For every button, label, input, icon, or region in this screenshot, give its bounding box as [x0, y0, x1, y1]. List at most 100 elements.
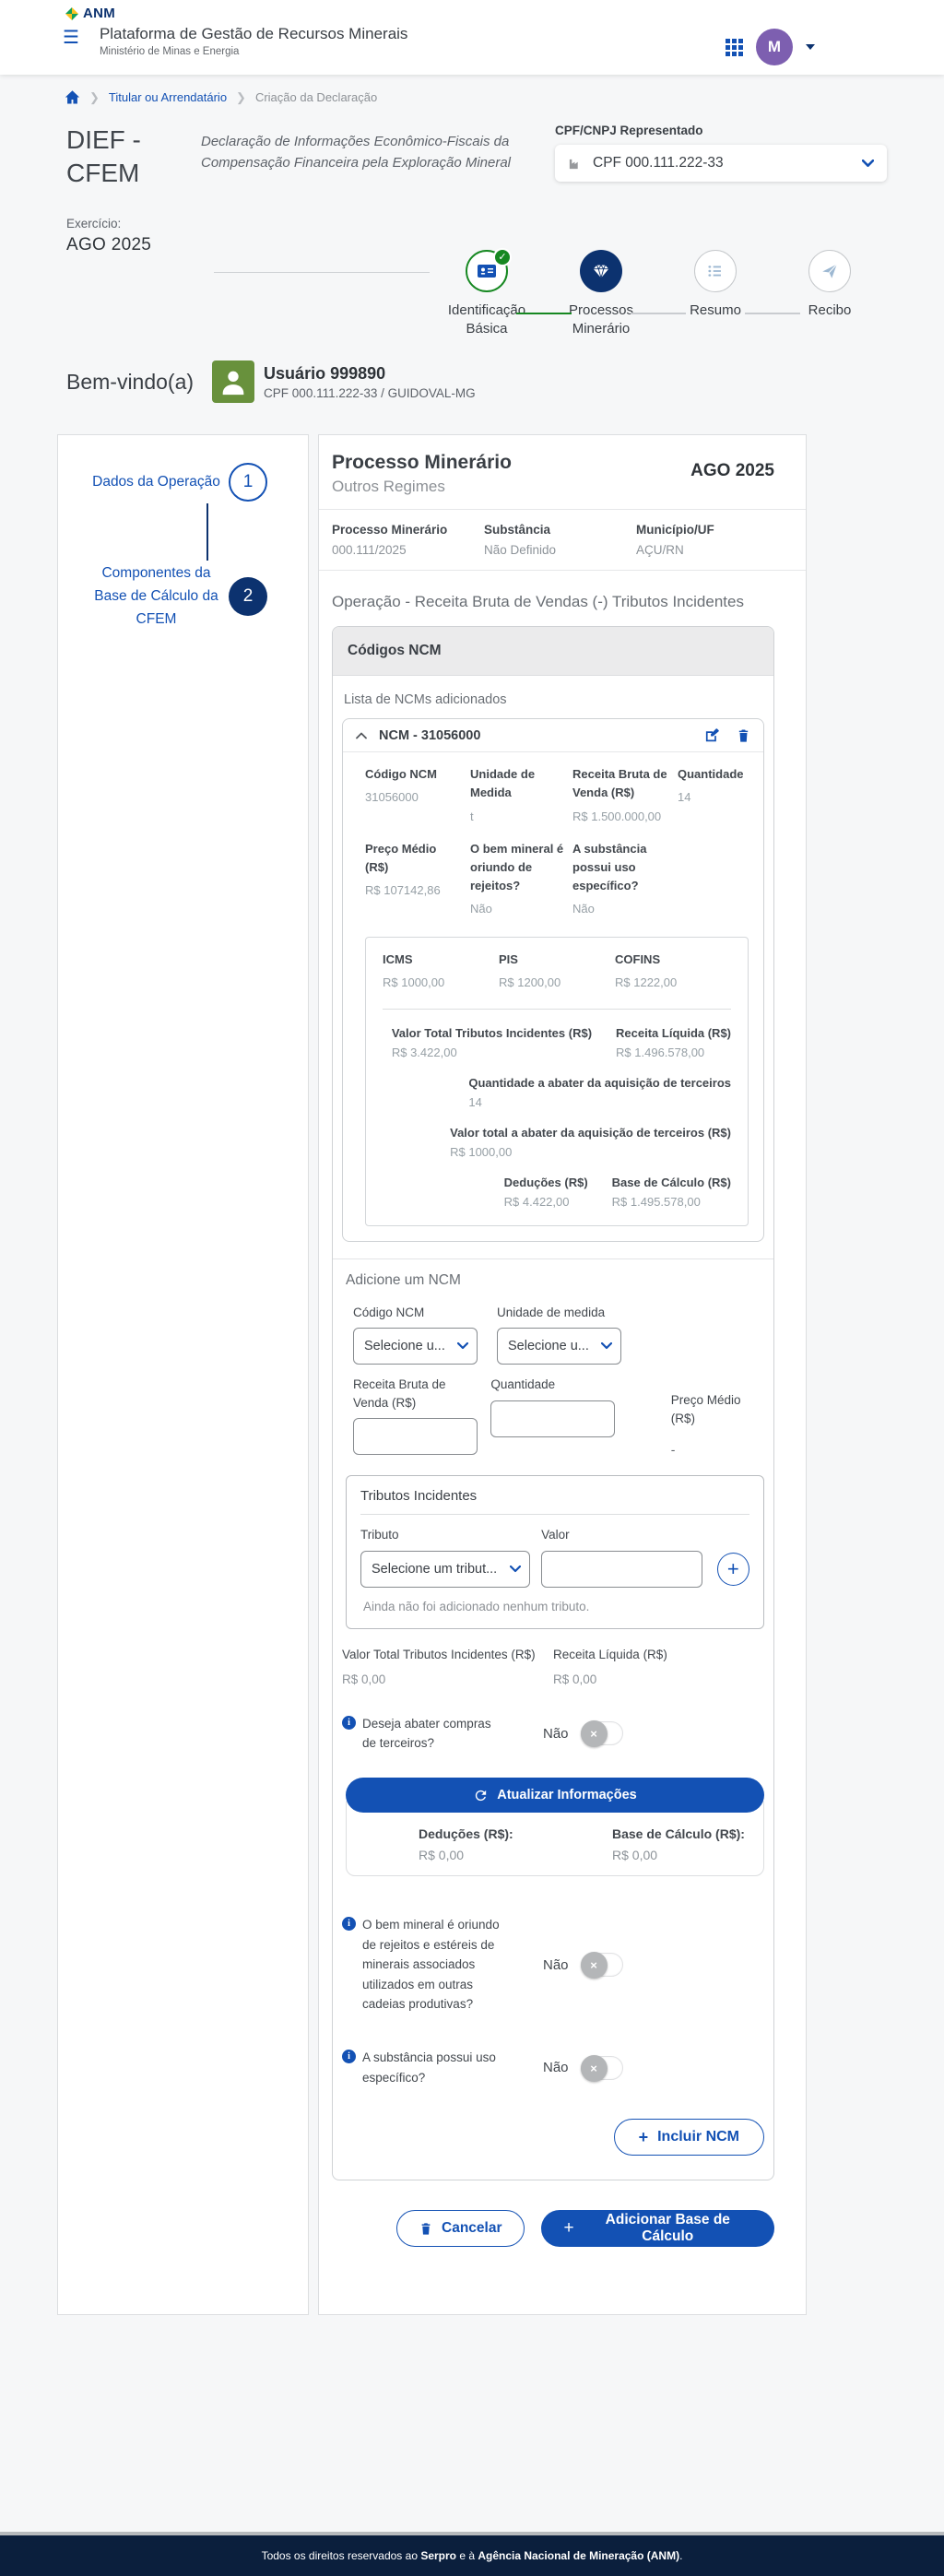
toggle-question: A substância possui uso específico? [362, 2048, 506, 2087]
paper-plane-icon [820, 261, 840, 281]
person-icon [218, 366, 249, 397]
chevron-down-icon[interactable] [806, 44, 815, 50]
tributo-select[interactable]: Selecione um tribut... [360, 1551, 530, 1588]
divider [383, 1009, 731, 1010]
add-ncm-title: Adicione um NCM [346, 1272, 764, 1289]
apps-grid-icon[interactable] [726, 39, 743, 56]
field-label: Processo Minerário [332, 523, 484, 537]
user-photo [212, 360, 254, 403]
toggle-value-label: Não [543, 2060, 569, 2075]
process-period: AGO 2025 [690, 461, 774, 496]
deducoes: Deduções (R$)R$ 4.422,00 [504, 1176, 588, 1209]
ncm-taxes-box: ICMSR$ 1000,00 PISR$ 1200,00 COFINSR$ 12… [365, 937, 749, 1226]
breadcrumb-separator: ❯ [236, 90, 246, 105]
edit-icon[interactable] [704, 727, 720, 743]
sidebar-step-dados-operacao[interactable]: Dados da Operação 1 [91, 463, 267, 502]
ncm-detail: O bem mineral é oriundo de rejeitos?Não [470, 840, 572, 918]
step-label: Recibo [808, 301, 852, 320]
cancelar-button[interactable]: Cancelar [396, 2210, 525, 2247]
codigos-ncm-card: Códigos NCM Lista de NCMs adicionados NC… [332, 626, 774, 2180]
toggle-knob-off: × [581, 1952, 608, 1979]
quantidade-input[interactable] [490, 1400, 615, 1437]
diamond-icon [591, 261, 611, 281]
plus-icon: + [639, 2128, 649, 2147]
toggle-knob-off: × [581, 1720, 608, 1747]
field-value: Não Definido [484, 543, 636, 557]
codigo-ncm-label: Código NCM [353, 1304, 497, 1322]
rejeitos-toggle[interactable]: × [581, 1953, 623, 1977]
ncm-accordion-header[interactable]: NCM - 31056000 [343, 719, 763, 752]
app-title: Plataforma de Gestão de Recursos Minerai… [100, 25, 408, 43]
step-resumo[interactable]: Resumo [658, 250, 773, 339]
process-field: Processo Minerário 000.111/2025 [332, 523, 484, 557]
page-title: DIEF - CFEM [66, 124, 184, 191]
step-identificacao-basica[interactable]: ✓ Identificação Básica [430, 250, 544, 339]
tributos-title: Tributos Incidentes [360, 1488, 749, 1504]
incluir-ncm-button[interactable]: + Incluir NCM [614, 2119, 764, 2156]
home-icon[interactable] [65, 89, 80, 105]
unidade-medida-label: Unidade de medida [497, 1304, 641, 1322]
process-title: Processo Minerário [332, 452, 512, 474]
info-icon: i [342, 2050, 356, 2063]
footer: Todos os direitos reservados ao Serpro e… [0, 2532, 944, 2576]
receita-liquida: Receita Líquida (R$)R$ 1.496.578,00 [616, 1026, 731, 1059]
step-label: Resumo [690, 301, 741, 320]
summary-list-icon [705, 261, 726, 281]
ncm-detail: Código NCM31056000 [365, 765, 470, 825]
receita-liquida-zero: Receita Líquida (R$) R$ 0,00 [553, 1648, 764, 1686]
sidebar-step-label: Dados da Operação [91, 471, 221, 494]
breadcrumb-separator: ❯ [89, 90, 100, 105]
toggle-question: Deseja abater compras de terceiros? [362, 1714, 506, 1754]
atualizar-informacoes-button[interactable]: Atualizar Informações [346, 1778, 764, 1813]
breadcrumb-current: Criação da Declaração [255, 90, 377, 104]
anm-logo-text: ANM [83, 6, 115, 21]
toggle-row-abater: i Deseja abater compras de terceiros? Nã… [342, 1714, 764, 1754]
unidade-medida-select[interactable]: Selecione u... [497, 1328, 621, 1365]
menu-icon[interactable]: ☰ [57, 25, 87, 47]
chevron-down-icon [457, 1342, 468, 1350]
cpf-cnpj-value: CPF 000.111.222-33 [593, 155, 724, 171]
codigo-ncm-select[interactable]: Selecione u... [353, 1328, 478, 1365]
step-recibo[interactable]: Recibo [773, 250, 887, 339]
valor-input[interactable] [541, 1551, 702, 1588]
field-value: 000.111/2025 [332, 543, 484, 557]
uso-especifico-toggle[interactable]: × [581, 2056, 623, 2080]
user-avatar[interactable]: M [756, 29, 793, 65]
ncm-detail: A substância possui uso específico?Não [572, 840, 678, 918]
valor-abater: Valor total a abater da aquisição de ter… [450, 1126, 731, 1159]
codigos-ncm-header: Códigos NCM [333, 627, 773, 676]
toggle-row-uso-especifico: i A substância possui uso específico? Nã… [342, 2048, 764, 2087]
cpf-cnpj-select[interactable]: CPF 000.111.222-33 [555, 145, 887, 182]
process-field: Substância Não Definido [484, 523, 636, 557]
sidebar-step-componentes-base[interactable]: Componentes da Base de Cálculo da CFEM 2 [91, 562, 267, 631]
add-tributo-button[interactable]: + [717, 1553, 749, 1586]
divider [360, 1514, 749, 1515]
abater-toggle[interactable]: × [581, 1721, 623, 1745]
exercise-label: Exercício: [66, 217, 214, 230]
company-icon [568, 157, 582, 171]
breadcrumb-link-titular[interactable]: Titular ou Arrendatário [109, 90, 227, 104]
exercise-value: AGO 2025 [66, 235, 214, 255]
ncm-detail: Quantidade14 [678, 765, 751, 825]
adicionar-base-calculo-button[interactable]: + Adicionar Base de Cálculo [541, 2210, 774, 2247]
receita-bruta-input[interactable] [353, 1418, 478, 1455]
toggle-value-label: Não [543, 1957, 569, 1973]
info-icon: i [342, 1716, 356, 1730]
chevron-down-icon [510, 1566, 521, 1573]
step-processos-minerario[interactable]: Processos Minerário [544, 250, 658, 339]
cpf-cnpj-label: CPF/CNPJ Representado [555, 124, 887, 137]
step-circle [694, 250, 737, 292]
ncm-detail: Unidade de Medidat [470, 765, 572, 825]
divider [319, 570, 806, 571]
step-label: Processos Minerário [549, 301, 653, 339]
wizard-stepper: ✓ Identificação Básica Processos Minerár… [430, 207, 887, 339]
check-icon: ✓ [493, 248, 512, 266]
user-info: CPF 000.111.222-33 / GUIDOVAL-MG [264, 386, 476, 400]
divider [319, 509, 806, 510]
main-panel: Processo Minerário Outros Regimes AGO 20… [318, 434, 807, 2315]
delete-icon[interactable] [737, 728, 750, 743]
exercise-block: Exercício: AGO 2025 [66, 207, 214, 339]
form-steps-sidebar: Dados da Operação 1 Componentes da Base … [57, 434, 309, 2315]
anm-diamond-icon [65, 6, 79, 21]
toggle-knob-off: × [581, 2055, 608, 2082]
